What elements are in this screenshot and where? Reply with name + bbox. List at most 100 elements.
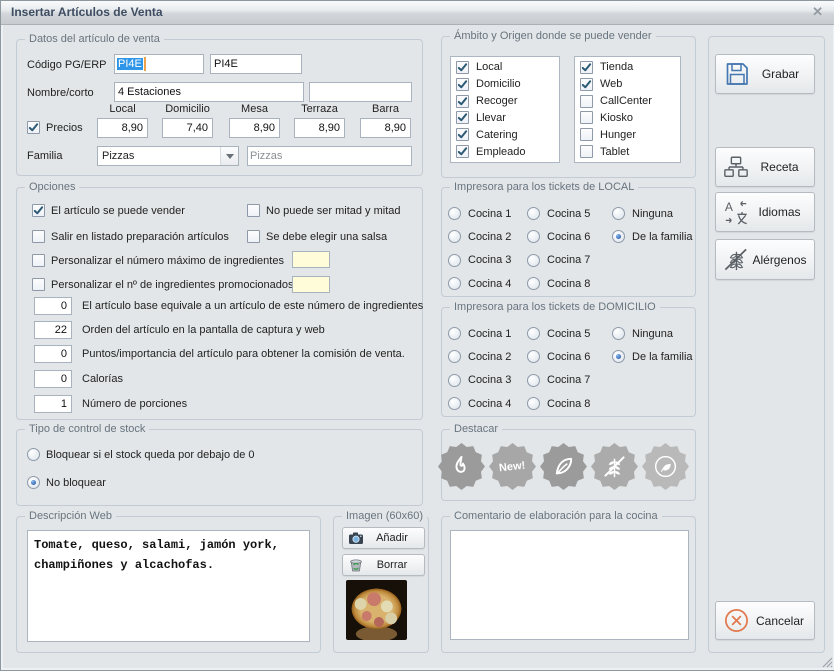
local-cocina3-radio[interactable] (448, 254, 461, 267)
ambito-tienda-checkbox[interactable] (580, 61, 593, 74)
alergenos-button[interactable]: Alérgenos (715, 239, 815, 280)
local-ninguna-radio[interactable] (612, 207, 625, 220)
familia-display-text: Pizzas (250, 150, 282, 162)
badge-picante[interactable] (438, 443, 485, 490)
promo-ingredientes-field[interactable] (292, 276, 330, 293)
local-familia-radio[interactable] (612, 230, 625, 243)
ambito-callcenter-checkbox[interactable] (580, 95, 593, 108)
codigo-label: Código PG/ERP (27, 59, 106, 71)
option-row: Se debe elegir una salsa (247, 230, 387, 243)
number-label: Calorías (82, 373, 123, 385)
local-cocina7-radio[interactable] (527, 254, 540, 267)
anadir-imagen-button[interactable]: Añadir (342, 527, 425, 549)
dom-cocina2-radio[interactable] (448, 350, 461, 363)
ambito-web-checkbox[interactable] (580, 78, 593, 91)
radio-label: Cocina 1 (468, 328, 511, 340)
badge-sin-gluten[interactable] (591, 443, 638, 490)
ambito-hunger-checkbox[interactable] (580, 128, 593, 141)
ambito-domicilio-checkbox[interactable] (456, 78, 469, 91)
dialog-insertar-articulos: Insertar Artículos de Venta ✕ Datos del … (0, 0, 834, 671)
dom-cocina3-radio[interactable] (448, 374, 461, 387)
price-mesa-input[interactable] (229, 118, 280, 138)
dom-cocina8-radio[interactable] (527, 397, 540, 410)
precios-checkbox[interactable] (27, 121, 40, 134)
max-ingredientes-field[interactable] (292, 251, 330, 268)
local-cocina2-radio[interactable] (448, 230, 461, 243)
idiomas-button[interactable]: A Idiomas (715, 192, 815, 232)
radio-label: Cocina 7 (547, 254, 590, 266)
orden-input[interactable] (34, 321, 72, 339)
grabar-label: Grabar (751, 67, 814, 81)
local-cocina8-radio[interactable] (527, 277, 540, 290)
dom-familia-radio[interactable] (612, 350, 625, 363)
radio-row: Ninguna (612, 202, 693, 225)
ambito-local-checkbox[interactable] (456, 61, 469, 74)
ambito-catering-checkbox[interactable] (456, 128, 469, 141)
dom-cocina4-radio[interactable] (448, 397, 461, 410)
ambito-kiosko-checkbox[interactable] (580, 111, 593, 124)
list-item: Llevar (456, 111, 559, 124)
item-label: Kiosko (600, 112, 633, 124)
badge-vegetariano[interactable] (540, 443, 587, 490)
nombre-corto-input[interactable] (309, 82, 412, 102)
stock-no-bloquear-radio[interactable] (27, 476, 40, 489)
dom-cocina5-radio[interactable] (527, 327, 540, 340)
local-cocina5-radio[interactable] (527, 207, 540, 220)
porciones-input[interactable] (34, 395, 72, 413)
list-item: Kiosko (580, 111, 680, 124)
dom-cocina7-radio[interactable] (527, 374, 540, 387)
cancelar-button[interactable]: Cancelar (715, 601, 815, 640)
descripcion-web-textarea[interactable]: Tomate, queso, salami, jamón york, champ… (27, 530, 310, 642)
promo-ingredientes-checkbox[interactable] (32, 278, 45, 291)
price-barra-input[interactable] (360, 118, 411, 138)
group-ambito-title: Ámbito y Origen donde se puede vender (450, 30, 656, 43)
number-label: Orden del artículo en la pantalla de cap… (82, 324, 325, 336)
radio-row: Cocina 4 (448, 272, 511, 295)
dom-cocina1-radio[interactable] (448, 327, 461, 340)
stock-bloquear-radio[interactable] (27, 448, 40, 461)
ambito-tablet-checkbox[interactable] (580, 145, 593, 158)
list-item: Tablet (580, 145, 680, 158)
local-cocina4-radio[interactable] (448, 277, 461, 290)
combo-dropdown-zone[interactable] (220, 147, 238, 165)
resize-grip[interactable] (822, 657, 833, 668)
price-terraza-input[interactable] (294, 118, 345, 138)
receta-button[interactable]: Receta (715, 147, 815, 187)
mitad-checkbox[interactable] (247, 204, 260, 217)
salsa-checkbox[interactable] (247, 230, 260, 243)
badge-vegano[interactable] (642, 443, 689, 490)
gluten-free-icon (601, 453, 628, 480)
list-item: Tienda (580, 61, 680, 74)
dom-cocina6-radio[interactable] (527, 350, 540, 363)
badge-nuevo[interactable]: New! (489, 443, 536, 490)
grabar-button[interactable]: Grabar (715, 54, 815, 94)
local-cocina1-radio[interactable] (448, 207, 461, 220)
receta-label: Receta (749, 160, 814, 174)
price-local-input[interactable] (97, 118, 148, 138)
leaf-icon (550, 453, 577, 480)
price-col-mesa: Mesa (229, 103, 280, 115)
ambito-empleado-checkbox[interactable] (456, 145, 469, 158)
familia-combobox[interactable]: Pizzas (97, 146, 239, 166)
calorias-input[interactable] (34, 370, 72, 388)
base-ingredientes-input[interactable] (34, 297, 72, 315)
new-badge-label: New! (499, 459, 526, 474)
puntos-input[interactable] (34, 345, 72, 363)
vender-checkbox[interactable] (32, 204, 45, 217)
dom-ninguna-radio[interactable] (612, 327, 625, 340)
codigo-erp-input[interactable] (210, 54, 302, 74)
local-cocina6-radio[interactable] (527, 230, 540, 243)
borrar-imagen-button[interactable]: Borrar (342, 554, 425, 576)
option-label: Se debe elegir una salsa (266, 231, 387, 243)
nombre-input[interactable] (114, 82, 304, 102)
ambito-llevar-checkbox[interactable] (456, 111, 469, 124)
option-label: Salir en listado preparación artículos (51, 231, 229, 243)
close-icon[interactable]: ✕ (812, 4, 823, 20)
comentario-textarea[interactable] (450, 530, 689, 640)
radio-row: Cocina 4 (448, 392, 511, 415)
listado-checkbox[interactable] (32, 230, 45, 243)
max-ingredientes-checkbox[interactable] (32, 254, 45, 267)
codigo-input[interactable]: PI4E (114, 54, 204, 74)
price-domicilio-input[interactable] (162, 118, 213, 138)
ambito-recoger-checkbox[interactable] (456, 95, 469, 108)
